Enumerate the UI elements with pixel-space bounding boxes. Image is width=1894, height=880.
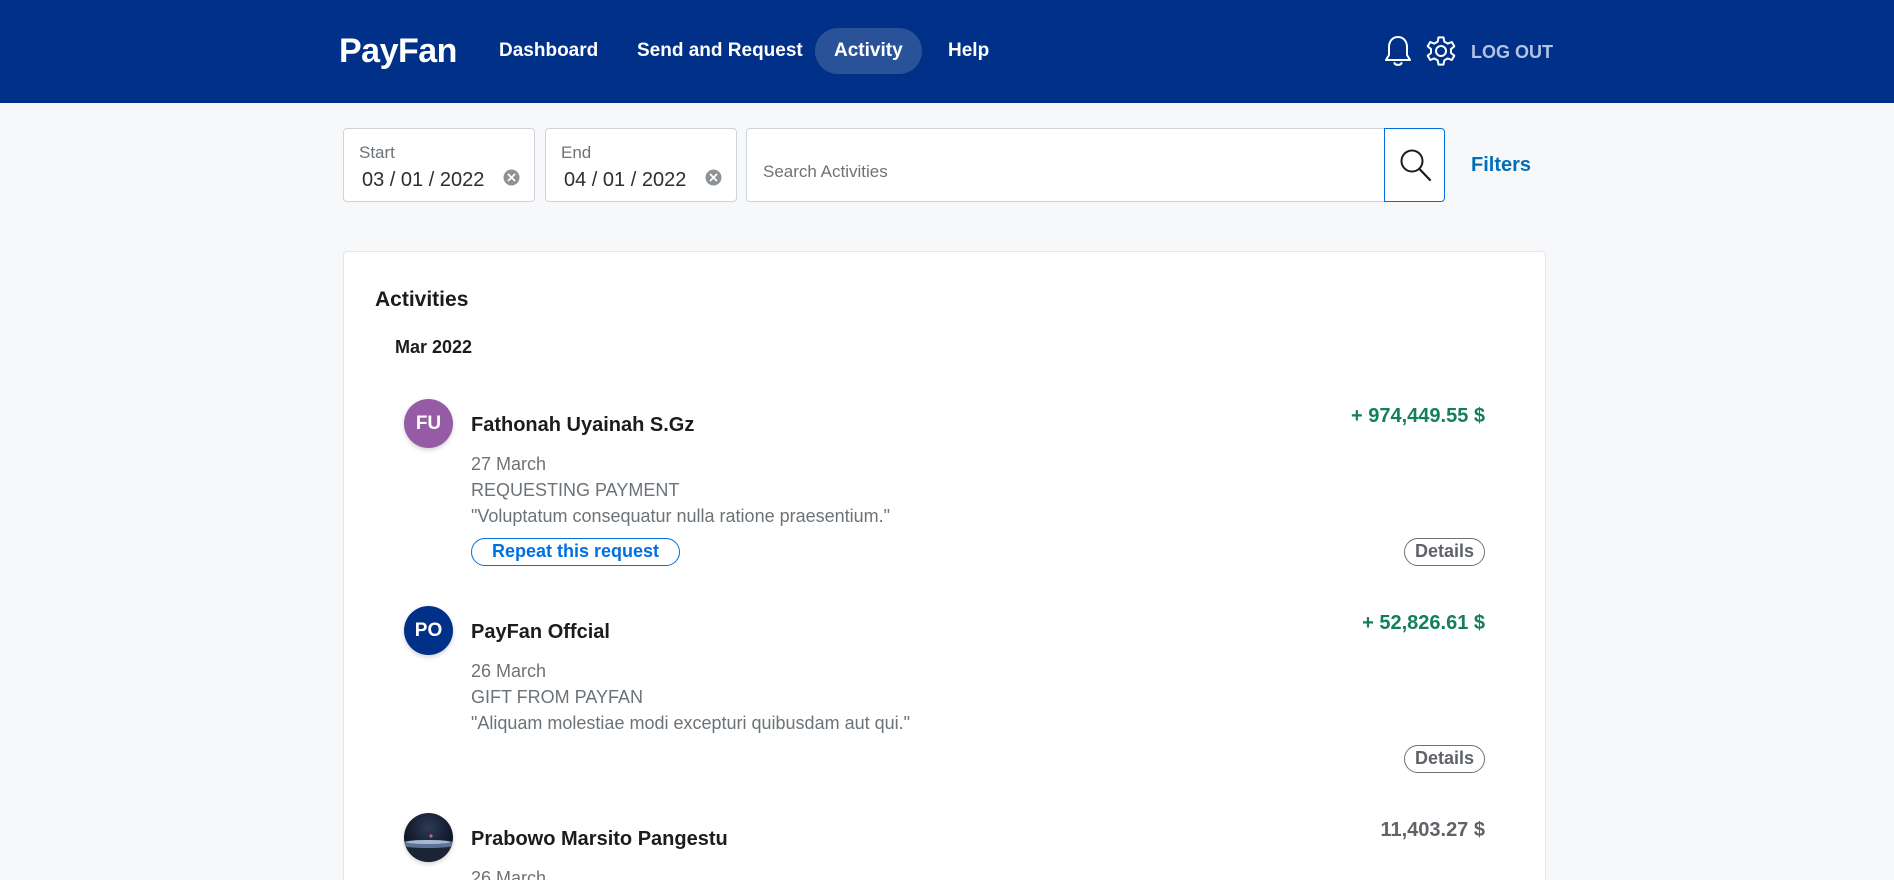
activity-amount: + 974,449.55 $: [1350, 405, 1485, 427]
search-input[interactable]: [747, 129, 1385, 201]
activities-card: Activities Mar 2022 FU Fathonah Uyainah …: [343, 251, 1546, 880]
clear-start-date-icon[interactable]: [503, 169, 520, 186]
details-button[interactable]: Details: [1403, 538, 1485, 566]
top-navigation-bar: PayFan Dashboard Send and Request Activi…: [0, 0, 1894, 103]
nav-dashboard[interactable]: Dashboard: [499, 28, 598, 74]
avatar: [404, 813, 453, 862]
repeat-request-button[interactable]: Repeat this request: [471, 538, 681, 566]
activity-name[interactable]: Fathonah Uyainah S.Gz: [471, 414, 694, 437]
activity-note: "Voluptatum consequatur nulla ratione pr…: [471, 506, 891, 526]
activities-title: Activities: [375, 288, 469, 311]
activity-name[interactable]: PayFan Offcial: [471, 621, 610, 644]
activity-name[interactable]: Prabowo Marsito Pangestu: [471, 828, 728, 851]
activity-type: REQUESTING PAYMENT: [471, 480, 680, 500]
avatar: PO: [404, 606, 453, 655]
start-date-field[interactable]: Start 03 / 01 / 2022: [343, 128, 535, 202]
search-icon: [1400, 149, 1432, 182]
end-date-value[interactable]: 04 / 01 / 2022: [564, 169, 686, 192]
activity-note: "Aliquam molestiae modi excepturi quibus…: [471, 713, 911, 733]
clear-end-date-icon[interactable]: [705, 169, 722, 186]
end-date-field[interactable]: End 04 / 01 / 2022: [545, 128, 737, 202]
start-date-label: Start: [359, 143, 395, 162]
avatar-photo: [404, 834, 453, 862]
activity-amount: + 52,826.61 $: [1362, 612, 1485, 634]
search-button[interactable]: [1384, 128, 1445, 202]
details-button[interactable]: Details: [1403, 745, 1485, 773]
activity-amount: 11,403.27 $: [1380, 819, 1485, 841]
search-activities-field: [746, 128, 1386, 202]
bell-icon[interactable]: [1384, 34, 1412, 68]
nav-help[interactable]: Help: [948, 28, 989, 74]
end-date-label: End: [561, 143, 592, 162]
nav-activity[interactable]: Activity: [815, 28, 922, 74]
nav-send-and-request[interactable]: Send and Request: [637, 28, 803, 74]
activity-date: 26 March: [471, 868, 547, 880]
filters-button[interactable]: Filters: [1471, 154, 1531, 177]
activity-date: 27 March: [471, 454, 547, 474]
activity-date: 26 March: [471, 661, 547, 681]
month-heading: Mar 2022: [395, 337, 473, 357]
activity-type: GIFT FROM PAYFAN: [471, 687, 644, 707]
start-date-value[interactable]: 03 / 01 / 2022: [362, 169, 484, 192]
brand-logo[interactable]: PayFan: [339, 32, 457, 71]
avatar: FU: [404, 399, 453, 448]
logout-button[interactable]: LOG OUT: [1471, 42, 1553, 63]
gear-icon[interactable]: [1424, 34, 1458, 68]
